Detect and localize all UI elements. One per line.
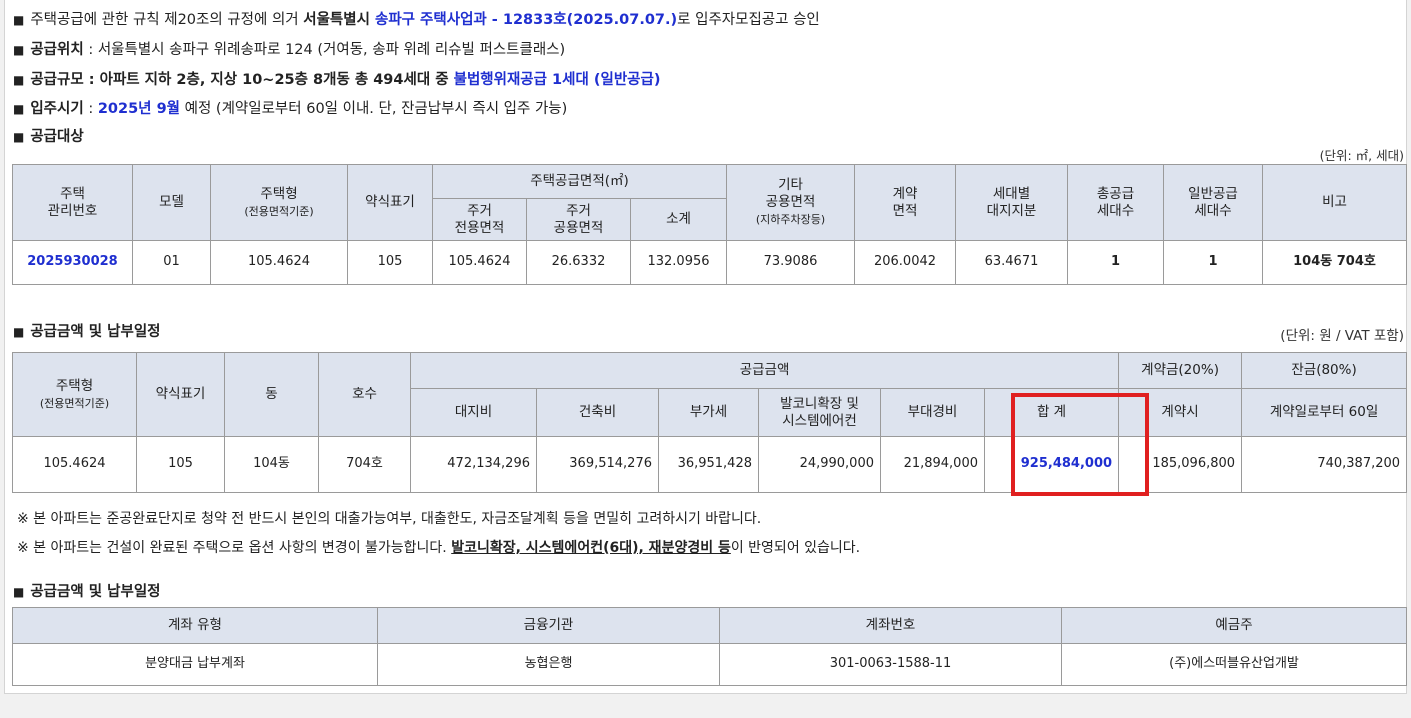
header-short-label: 약식표기	[347, 164, 433, 241]
bullet-icon: ■	[13, 585, 25, 599]
sum-cell: 925,484,000	[983, 436, 1120, 493]
header-holder: 예금주	[1061, 607, 1407, 644]
header-other-common: 기타 공용면적 (지하주차장등)	[726, 164, 855, 241]
header-vat: 부가세	[658, 388, 759, 437]
bullet-icon: ■	[13, 43, 25, 57]
header-balance: 잔금(80%)	[1241, 352, 1408, 389]
header-total-units: 총공급 세대수	[1067, 164, 1164, 241]
account-table: 계좌 유형 금융기관 계좌번호 예금주 분양대금 납부계좌 농협은행 301-0…	[12, 607, 1407, 686]
bullet-icon: ■	[13, 13, 25, 27]
header-supply-area: 주택공급면적(㎡)	[432, 164, 727, 199]
header-house-no: 주택 관리번호	[12, 164, 133, 241]
header-contract-area: 계약 면적	[854, 164, 956, 241]
header-balance-timing: 계약일로부터 60일	[1241, 388, 1408, 437]
header-balcony: 발코니확장 및 시스템에어컨	[758, 388, 881, 437]
header-common-area: 주거 공용면적	[526, 198, 631, 241]
header-house-type: 주택형 (전용면적기준)	[12, 352, 137, 437]
header-sum: 합 계	[983, 388, 1120, 437]
price-unit-label: (단위: 원 / VAT 포함)	[1280, 328, 1404, 344]
header-land-share: 세대별 대지지분	[955, 164, 1068, 241]
header-supply-amount: 공급금액	[409, 352, 1120, 389]
section-title-account: ■ 공급금액 및 납부일정	[13, 584, 161, 600]
table-row: 2025930028 01 105.4624 105 105.4624 26.6…	[12, 240, 1407, 285]
header-deposit: 계약금(20%)	[1118, 352, 1243, 389]
header-build-cost: 건축비	[536, 388, 659, 437]
header-deposit-timing: 계약시	[1118, 388, 1243, 437]
section-title-supply-target: ■ 공급대상	[13, 129, 84, 145]
house-no-cell: 2025930028	[12, 240, 133, 285]
header-ho: 호수	[318, 352, 411, 437]
intro-line-approval: ■ 주택공급에 관한 규칙 제20조의 규정에 의거 서울특별시 송파구 주택사업…	[13, 12, 820, 28]
note-cell: 104동 704호	[1262, 240, 1407, 285]
header-residential-area: 주거 전용면적	[432, 198, 527, 241]
bullet-icon: ■	[13, 102, 25, 116]
header-subtotal: 소계	[630, 198, 727, 241]
supply-unit-label: (단위: ㎡, 세대)	[1319, 148, 1404, 163]
intro-line-scale: ■ 공급규모 : 아파트 지하 2층, 지상 10~25층 8개동 총 494세대…	[13, 72, 661, 88]
header-model: 모델	[132, 164, 211, 241]
note-options: ※ 본 아파트는 건설이 완료된 주택으로 옵션 사항의 변경이 불가능합니다.…	[17, 540, 861, 556]
header-house-type: 주택형 (전용면적기준)	[210, 164, 348, 241]
section-title-price: ■ 공급금액 및 납부일정	[13, 324, 161, 340]
header-account-no: 계좌번호	[719, 607, 1062, 644]
header-account-type: 계좌 유형	[12, 607, 378, 644]
bullet-icon: ■	[13, 130, 25, 144]
table-row: 105.4624 105 104동 704호 472,134,296 369,5…	[12, 436, 1408, 493]
header-extra-cost: 부대경비	[880, 388, 985, 437]
table-row: 분양대금 납부계좌 농협은행 301-0063-1588-11 (주)에스떠블유…	[12, 643, 1407, 686]
intro-line-location: ■ 공급위치 : 서울특별시 송파구 위례송파로 124 (거여동, 송파 위례 …	[13, 42, 566, 58]
bullet-icon: ■	[13, 325, 25, 339]
header-general-units: 일반공급 세대수	[1163, 164, 1263, 241]
intro-line-movein: ■ 입주시기 : 2025년 9월 예정 (계약일로부터 60일 이내. 단, 잔…	[13, 101, 568, 117]
bullet-icon: ■	[13, 73, 25, 87]
header-note: 비고	[1262, 164, 1407, 241]
header-dong: 동	[224, 352, 319, 437]
announcement-page: ■ 주택공급에 관한 규칙 제20조의 규정에 의거 서울특별시 송파구 주택사업…	[4, 0, 1408, 694]
header-land-cost: 대지비	[410, 388, 537, 437]
header-bank: 금융기관	[377, 607, 720, 644]
price-table: 주택형 (전용면적기준) 약식표기 동 호수 공급금액 계약금(20%) 잔금(8…	[12, 352, 1408, 493]
supply-target-table: 주택 관리번호 모델 주택형 (전용면적기준) 약식표기 주택공급면적(㎡) 기타 공…	[12, 164, 1407, 285]
note-loan: ※ 본 아파트는 준공완료단지로 청약 전 반드시 본인의 대출가능여부, 대출…	[17, 511, 762, 527]
header-short-label: 약식표기	[136, 352, 225, 437]
